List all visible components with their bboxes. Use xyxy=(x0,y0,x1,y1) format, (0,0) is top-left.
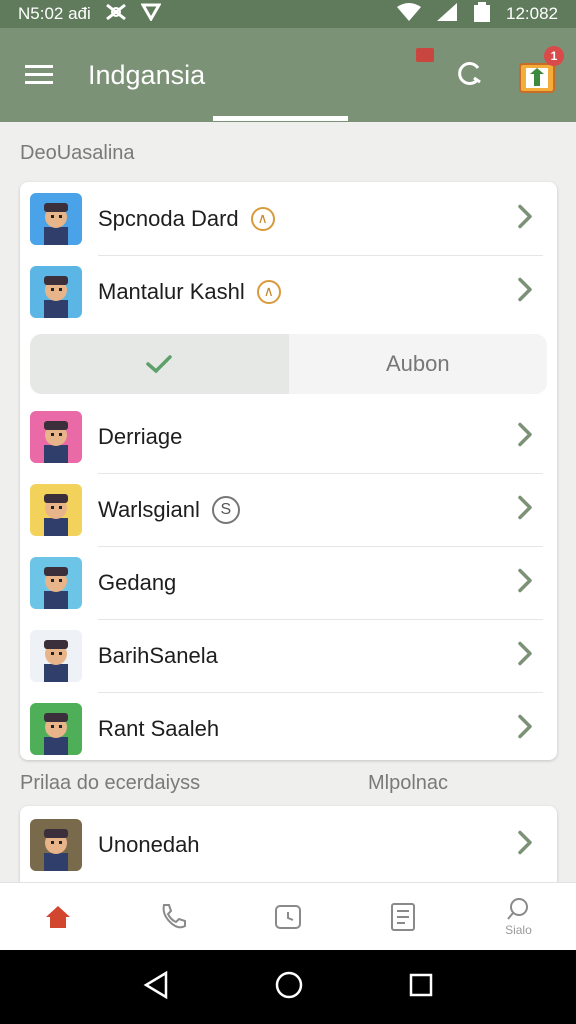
tab-indicator xyxy=(213,116,348,121)
status-bar: N5:02 ađi 12:082 xyxy=(0,0,576,28)
section-title-second: Prilaa do ecerdaiyss xyxy=(20,772,201,794)
section-right-label: Mlpolnac xyxy=(368,772,449,794)
home-circle-icon xyxy=(275,971,303,998)
recents-icon xyxy=(409,973,433,996)
segment-check[interactable] xyxy=(30,334,289,394)
list-item-name: Derriage xyxy=(98,423,183,449)
notification-icon xyxy=(105,3,127,26)
list-item[interactable]: Rant Saaleh xyxy=(20,692,557,760)
notification-badge: 1 xyxy=(544,46,564,66)
chevron-right-icon xyxy=(517,829,533,860)
back-icon xyxy=(143,970,168,999)
list-item-name: Rant Saaleh xyxy=(98,715,220,741)
nav-history[interactable] xyxy=(230,883,345,950)
section-title: DeoUasalina xyxy=(20,142,135,164)
avatar xyxy=(30,192,82,245)
segment-label[interactable]: Aubon xyxy=(288,334,547,394)
segmented-control: Aubon xyxy=(30,334,547,394)
chevron-right-icon xyxy=(517,421,533,452)
list-item-name: Mantalur Kashl xyxy=(98,278,245,304)
nav-home[interactable] xyxy=(0,883,115,950)
clock-icon xyxy=(275,904,301,929)
back-button[interactable] xyxy=(142,970,170,1005)
avatar xyxy=(30,702,82,755)
wifi-icon xyxy=(396,2,422,27)
record-indicator xyxy=(416,48,434,62)
app-bar: Indgansia 1 xyxy=(0,28,576,122)
home-icon xyxy=(45,905,70,928)
list-item[interactable]: Unonedah xyxy=(20,808,557,881)
list-item[interactable]: Gedang xyxy=(20,546,557,619)
list-item-name: Spcnoda Dard xyxy=(98,205,239,231)
list-item-name: Gedang xyxy=(98,569,177,595)
nav-notes[interactable] xyxy=(346,883,461,950)
bottom-nav: Sialo xyxy=(0,882,576,950)
notes-icon xyxy=(391,902,416,931)
nav-calls[interactable] xyxy=(115,883,230,950)
gift-icon[interactable]: 1 xyxy=(518,46,564,94)
location-icon xyxy=(140,2,162,26)
list-item[interactable]: Spcnoda Dard ∧ xyxy=(20,182,557,255)
list-item[interactable]: Warlsgianl S xyxy=(20,473,557,546)
menu-icon[interactable] xyxy=(0,28,80,122)
search-icon xyxy=(507,898,529,920)
system-nav-bar xyxy=(0,950,576,1024)
nav-search-label: Sialo xyxy=(505,923,532,937)
refresh-icon[interactable] xyxy=(454,58,484,93)
avatar xyxy=(30,629,82,682)
status-left-text: N5:02 ađi xyxy=(18,4,91,23)
chevron-right-icon xyxy=(517,203,533,234)
avatar xyxy=(30,265,82,318)
avatar xyxy=(30,818,82,871)
chevron-right-icon xyxy=(517,494,533,525)
recents-button[interactable] xyxy=(408,972,434,1003)
avatar xyxy=(30,556,82,609)
nav-search[interactable]: Sialo xyxy=(461,883,576,950)
status-badge: ∧ xyxy=(256,279,281,304)
chevron-right-icon xyxy=(517,713,533,744)
list-item-name: Warlsgianl xyxy=(98,496,200,522)
chevron-right-icon xyxy=(517,640,533,671)
home-button[interactable] xyxy=(274,970,304,1005)
list-item[interactable]: Derriage xyxy=(20,400,557,473)
list-item[interactable]: BarihSanela xyxy=(20,619,557,692)
signal-icon xyxy=(436,2,458,27)
check-icon xyxy=(146,355,172,374)
phone-icon xyxy=(162,903,186,928)
avatar xyxy=(30,483,82,536)
list-item[interactable]: Mantalur Kashl ∧ xyxy=(20,255,557,328)
status-badge: S xyxy=(211,495,240,524)
chevron-right-icon xyxy=(517,567,533,598)
avatar xyxy=(30,410,82,463)
page-title: Indgansia xyxy=(88,59,206,90)
contact-list-card: Spcnoda Dard ∧ Mantalur Kashl ∧ Aubon Derri… xyxy=(20,182,557,760)
battery-icon xyxy=(472,1,492,28)
list-item-name: BarihSanela xyxy=(98,642,218,668)
chevron-right-icon xyxy=(517,276,533,307)
status-time: 12:082 xyxy=(506,4,558,23)
status-badge: ∧ xyxy=(250,206,275,231)
list-item-name: Unonedah xyxy=(98,831,200,857)
